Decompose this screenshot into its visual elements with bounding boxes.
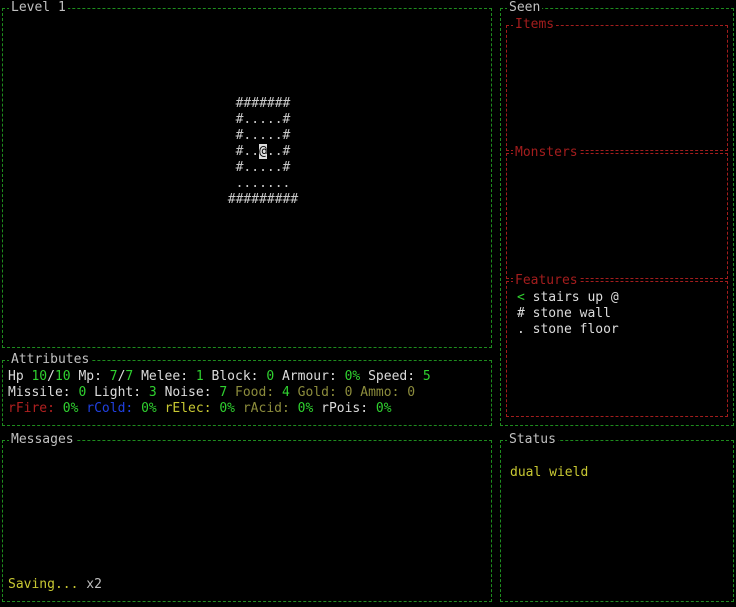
hp-max: 10 [54,369,71,384]
stairs-up-icon: < [517,290,525,305]
player-glyph: @ [259,144,267,159]
racid-value: 0% [297,401,314,416]
map-row: ....... [235,176,291,191]
features-title: Features [513,273,580,289]
missile-value: 0 [78,385,87,400]
attr-row-3: rFire: 0% rCold: 0% rElec: 0% rAcid: 0% … [8,401,392,416]
level-title: Level 1 [9,0,68,16]
attr-row-2: Missile: 0 Light: 3 Noise: 7 Food: 4 Gol… [8,385,416,400]
feature-item: < stairs up @ [517,290,619,306]
features-section: Features < stairs up @ # stone wall . st… [506,273,728,417]
status-effect: dual wield [510,465,589,480]
hp-current: 10 [31,369,48,384]
map-row-right: ..# [266,144,291,159]
seen-panel: Seen Items Monsters Features < stairs up… [500,0,734,426]
map-row: #.....# [235,112,291,127]
light-value: 3 [148,385,157,400]
items-title: Items [513,17,557,33]
feature-label: stone wall [532,306,611,321]
mp-current: 7 [109,369,118,384]
message-count: x2 [86,577,102,592]
items-section: Items [506,17,728,151]
messages-title: Messages [9,432,76,448]
map-row-player: #..@..# [3,144,523,160]
message-line: Saving... x2 [8,577,102,593]
speed-value: 5 [422,369,431,384]
map-row: ######### [227,192,299,207]
monsters-title: Monsters [513,145,580,161]
map-row: #.....# [235,128,291,143]
feature-item: . stone floor [517,322,619,338]
seen-title: Seen [507,0,543,16]
monsters-section: Monsters [506,145,728,279]
status-panel: Status dual wield [500,432,734,602]
messages-panel: Messages Saving... x2 [2,432,492,602]
armour-value: 0% [344,369,361,384]
rpois-value: 0% [375,401,392,416]
relec-value: 0% [219,401,236,416]
rfire-value: 0% [62,401,79,416]
rcold-value: 0% [141,401,157,416]
mp-max: 7 [125,369,134,384]
status-title: Status [507,432,558,448]
attr-row-1: Hp 10/10 Mp: 7/7 Melee: 1 Block: 0 Armou… [8,369,431,384]
map-row: ####### [235,96,291,111]
wall-icon: # [517,306,525,321]
attributes-title: Attributes [9,352,92,368]
level-panel: Level 1 ####### #.....# #.....# #..@..# … [2,0,492,348]
ammo-value: 0 [407,385,416,400]
gold-value: 0 [344,385,353,400]
floor-icon: . [517,322,525,337]
feature-item: # stone wall [517,306,611,322]
melee-value: 1 [195,369,204,384]
feature-label: stairs up @ [532,290,619,305]
block-value: 0 [266,369,275,384]
noise-value: 7 [219,385,228,400]
attributes-panel: Attributes Hp 10/10 Mp: 7/7 Melee: 1 Blo… [2,352,492,426]
message-text: Saving... [8,577,79,592]
food-value: 4 [281,385,290,400]
map-row-left: #.. [235,144,260,159]
feature-label: stone floor [532,322,619,337]
map-row: #.....# [235,160,291,175]
